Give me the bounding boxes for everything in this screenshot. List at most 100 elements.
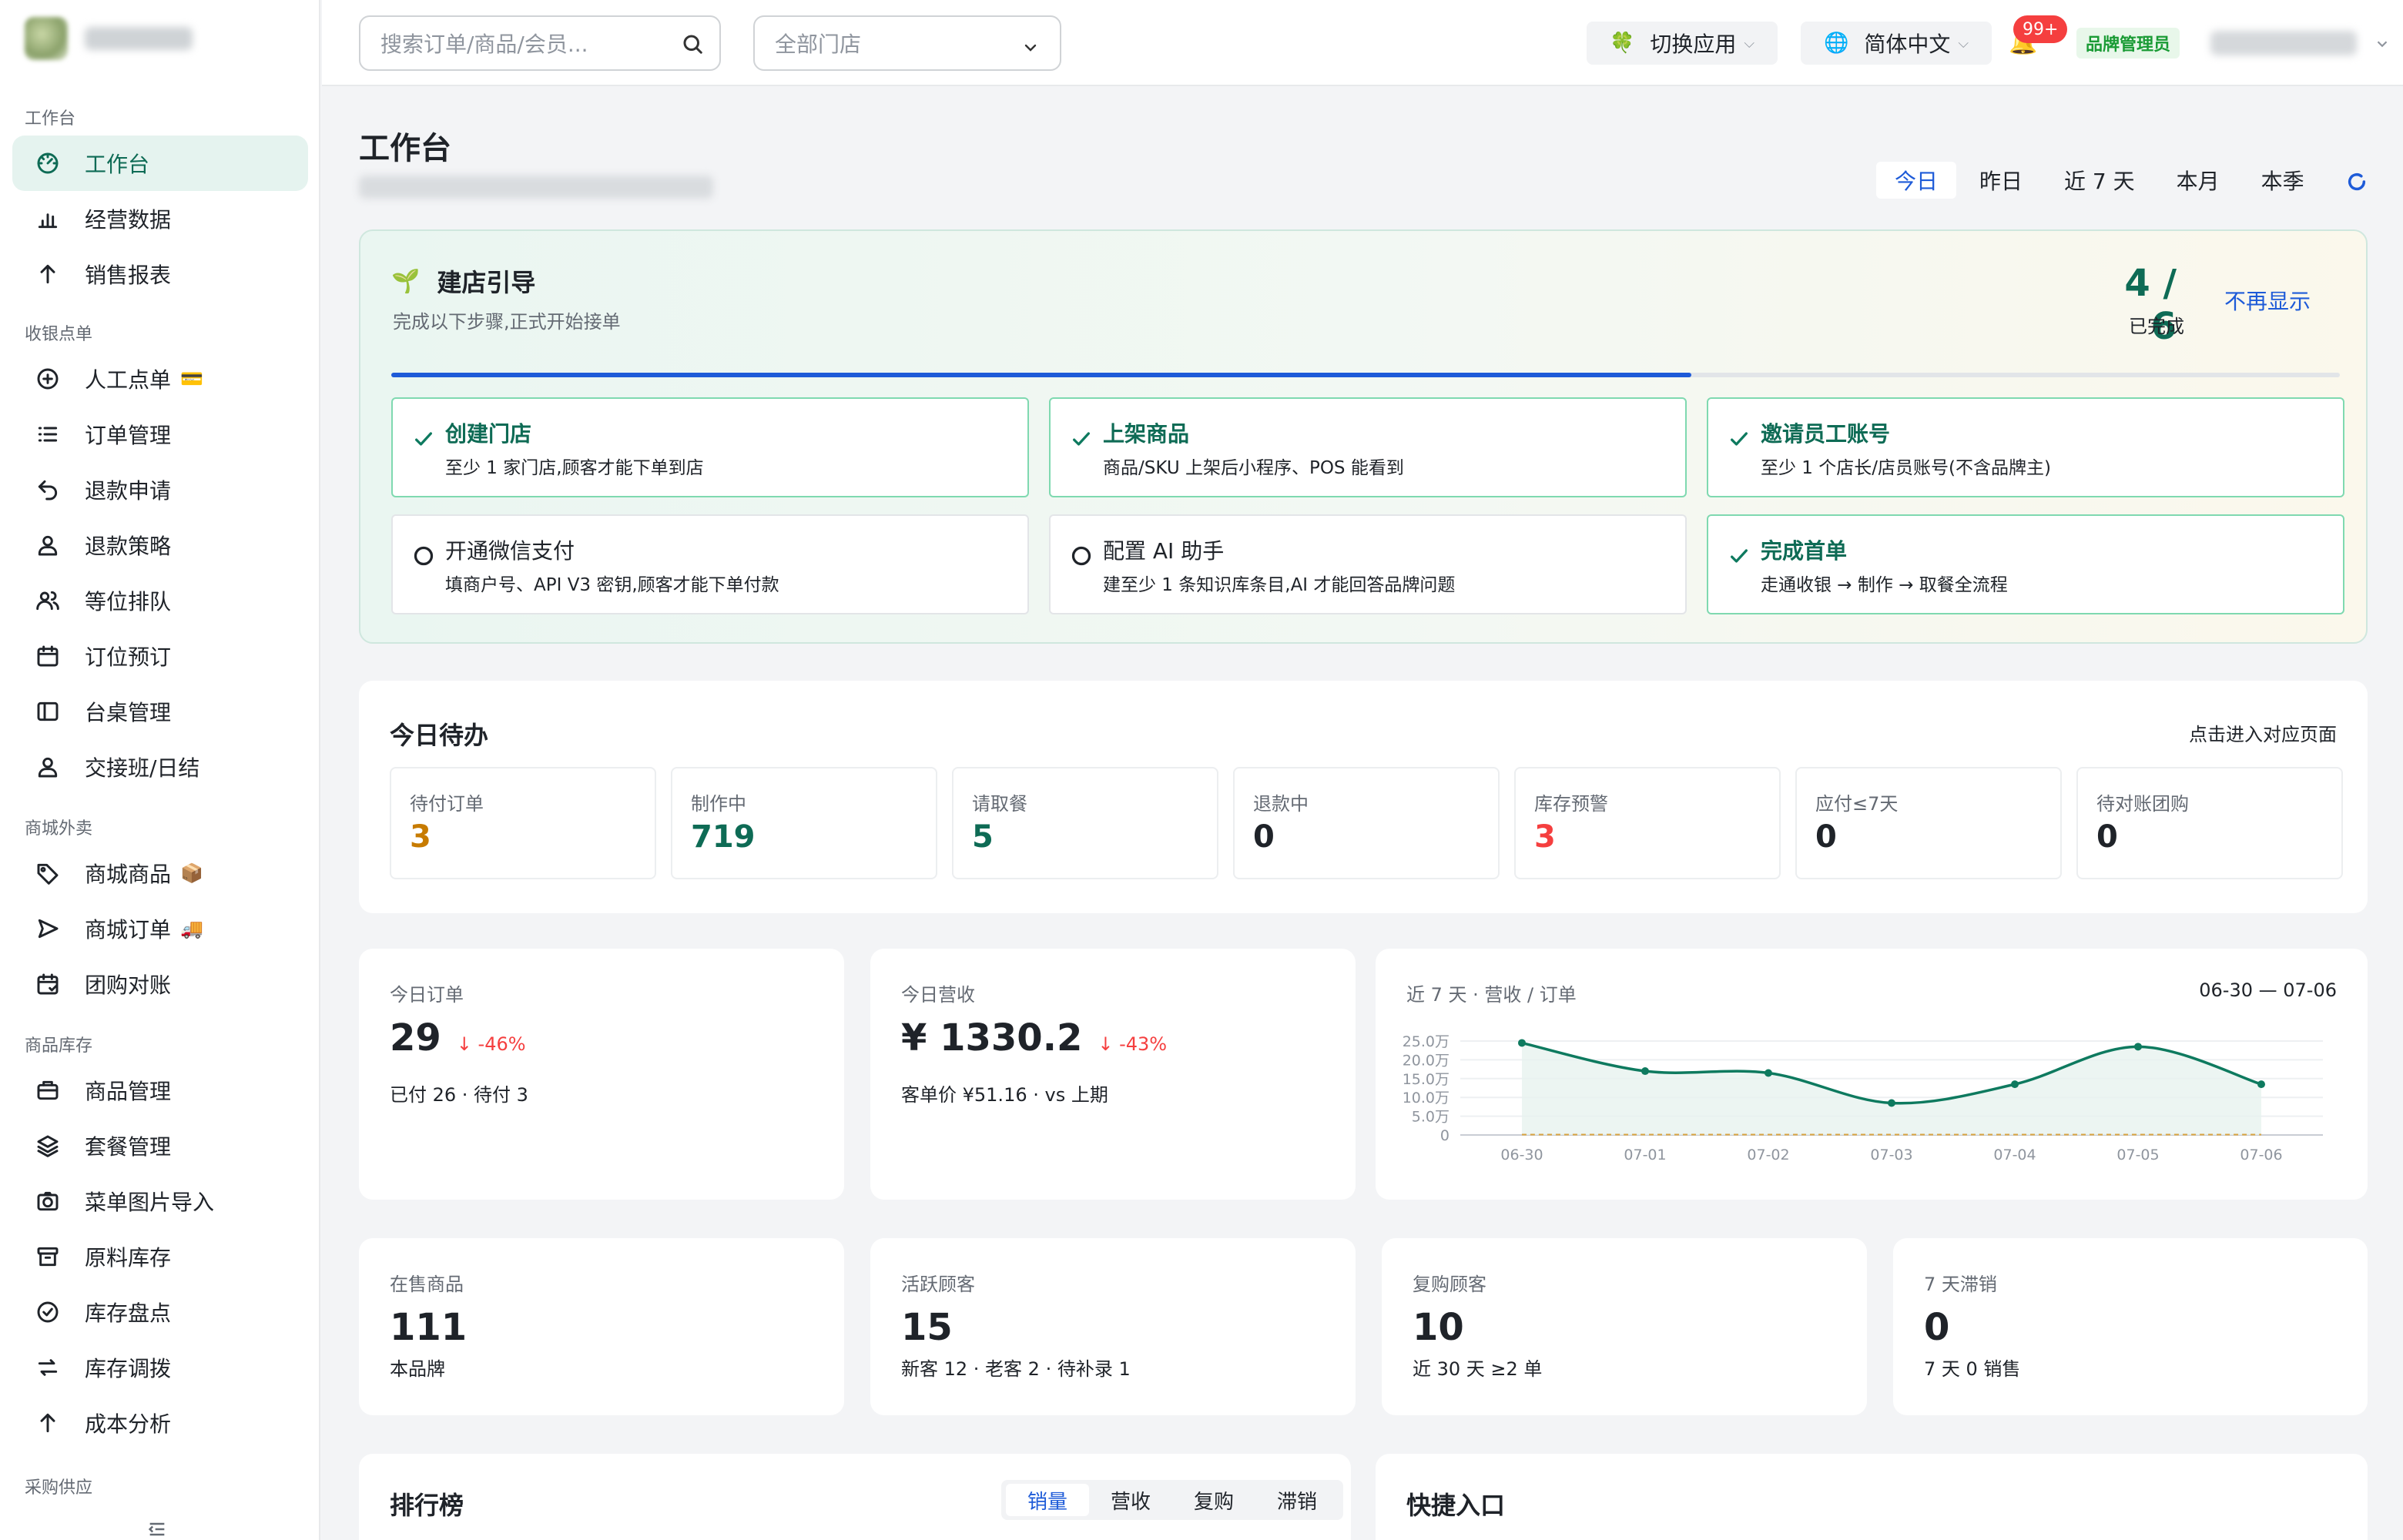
ranking-tab[interactable]: 营收 [1089,1484,1172,1516]
revenue-point [1518,1039,1526,1047]
sidebar-item[interactable]: 商品管理 [12,1063,308,1118]
line-chart: 05.0万 10.0万 15.0万 20.0万 25.0万 06-30 07-01 07-02… [1403,1033,2323,1163]
x-tick-label: 07-02 [1747,1147,1789,1163]
sidebar-item-label: 订单管理 [85,423,172,448]
sidebar-item[interactable]: 成本分析 [12,1395,308,1451]
kpi-label: 今日营收 [901,984,975,1006]
sidebar-item[interactable]: 人工点单 💳 [12,351,308,407]
search-input[interactable]: 搜索订单/商品/会员... [359,15,721,71]
sidebar-item[interactable]: 销售报表 [12,246,308,302]
sidebar-item-label: 库存调拨 [85,1356,172,1381]
ranking-tab[interactable]: 滞销 [1255,1484,1339,1516]
step-title: 开通微信支付 [445,538,575,564]
page-subtitle-blurred [359,176,713,199]
user-name-blurred[interactable] [2210,31,2357,55]
sidebar-item-label: 订位预订 [85,644,172,670]
sidebar-group-label: 采购供应 [25,1478,93,1498]
undo-icon [34,476,62,504]
kpi-value-number: 10 [1413,1306,1464,1349]
setup-step[interactable]: 上架商品 商品/SKU 上架后小程序、POS 能看到 [1049,397,1687,497]
chevron-down-icon [1021,37,1040,55]
check-icon [413,428,434,450]
todo-item[interactable]: 请取餐 5 [952,767,1218,879]
todo-item-label: 退款中 [1253,793,1309,815]
tag-icon [34,859,62,887]
setup-step[interactable]: 完成首单 走通收银 → 制作 → 取餐全流程 [1707,514,2344,614]
sidebar-item[interactable]: 台桌管理 [12,684,308,739]
sidebar-item[interactable]: 经营数据 [12,191,308,246]
dismiss-guide-link[interactable]: 不再显示 [2224,285,2311,316]
store-select[interactable]: 全部门店 [753,15,1061,71]
ranking-tab[interactable]: 销量 [1006,1484,1090,1516]
ranking-tab[interactable]: 复购 [1172,1484,1255,1516]
kpi-value: 15 [901,1306,953,1349]
todo-item[interactable]: 退款中 0 [1233,767,1500,879]
sidebar-item[interactable]: 退款策略 [12,517,308,573]
kpi-card: 今日订单 29 ↓ -46% 已付 26 · 待付 3 [359,949,844,1200]
switch-app-button[interactable]: 🍀 切换应用 ⌵ [1587,22,1778,65]
sidebar-item[interactable]: 商城订单 🚚 [12,901,308,956]
kpi-label: 复购顾客 [1413,1274,1486,1295]
y-tick-label: 0 [1440,1127,1450,1144]
language-button[interactable]: 🌐 简体中文 ⌵ [1801,22,1992,65]
todo-item[interactable]: 待付订单 3 [390,767,656,879]
store-setup-guide: 🌱 建店引导 完成以下步骤,正式开始接单 4 / 6 已完成 不再显示 创建门店… [359,229,2368,644]
chevron-down-icon: ⌵ [1958,35,1969,52]
kpi-subtext: 新客 12 · 老客 2 · 待补录 1 [901,1358,1131,1380]
sidebar-item[interactable]: 交接班/日结 [12,739,308,795]
sidebar-item[interactable]: 等位排队 [12,573,308,628]
sidebar-item[interactable]: 团购对账 [12,956,308,1012]
bar-chart-icon [34,205,62,233]
collapse-sidebar-icon[interactable] [146,1518,174,1540]
range-tab[interactable]: 今日 [1876,162,1957,199]
sidebar-group-label: 商品库存 [25,1036,93,1056]
sidebar-item[interactable]: 订位预订 [12,628,308,684]
revenue-point [1888,1099,1895,1107]
kpi-delta: ↓ -46% [456,1033,526,1055]
setup-step[interactable]: 开通微信支付 填商户号、API V3 密钥,顾客才能下单付款 [391,514,1029,614]
step-title: 创建门店 [445,421,532,447]
sidebar-item[interactable]: 库存盘点 [12,1284,308,1340]
todo-item-value: 3 [410,819,431,855]
todo-item[interactable]: 库存预警 3 [1514,767,1781,879]
range-tab[interactable]: 昨日 [1961,162,2041,199]
sidebar-item[interactable]: 工作台 [12,136,308,191]
search-icon[interactable] [681,32,704,55]
setup-step[interactable]: 创建门店 至少 1 家门店,顾客才能下单到店 [391,397,1029,497]
sidebar-item[interactable]: 订单管理 [12,407,308,462]
sidebar-item[interactable]: 套餐管理 [12,1118,308,1173]
sidebar-item-label: 商品管理 [85,1079,172,1104]
todo-item[interactable]: 待对账团购 0 [2076,767,2343,879]
todo-item[interactable]: 应付≤7天 0 [1795,767,2062,879]
sidebar-item[interactable]: 退款申请 [12,462,308,517]
kpi-value-number: 111 [390,1306,468,1349]
kpi-value-number: ¥ 1330.2 [901,1016,1083,1060]
user-icon [34,531,62,559]
chevron-down-icon[interactable] [2374,35,2391,52]
brand-logo[interactable] [25,17,193,60]
setup-step[interactable]: 配置 AI 助手 建至少 1 条知识库条目,AI 才能回答品牌问题 [1049,514,1687,614]
ranking-card: 排行榜 销量 营收 复购 滞销 [359,1454,1351,1540]
guide-title-text: 建店引导 [437,268,536,297]
todo-item-value: 5 [972,819,994,855]
guide-title: 🌱 建店引导 [391,263,535,299]
sidebar-item-label: 经营数据 [85,207,172,233]
guide-progress-bar [391,373,2340,377]
setup-step[interactable]: 邀请员工账号 至少 1 个店长/店员账号(不含品牌主) [1707,397,2344,497]
sidebar-group-label: 工作台 [25,109,76,129]
sidebar-item[interactable]: 菜单图片导入 [12,1173,308,1229]
range-tab[interactable]: 本月 [2158,162,2238,199]
range-tab[interactable]: 本季 [2243,162,2323,199]
refresh-icon[interactable] [2346,171,2368,192]
sidebar-item[interactable]: 原料库存 [12,1229,308,1284]
sidebar-item[interactable]: 商城商品 📦 [12,845,308,901]
todo-item[interactable]: 制作中 719 [671,767,937,879]
y-tick-label: 5.0万 [1412,1109,1450,1126]
sidebar-item-label: 人工点单 [85,367,172,393]
sidebar-item-label: 商城商品 [85,862,172,887]
sidebar-item[interactable]: 库存调拨 [12,1340,308,1395]
kpi-subtext: 本品牌 [390,1358,445,1380]
todo-title: 今日待办 [390,721,489,750]
step-description: 走通收银 → 制作 → 取餐全流程 [1761,575,2008,595]
range-tab[interactable]: 近 7 天 [2046,162,2153,199]
